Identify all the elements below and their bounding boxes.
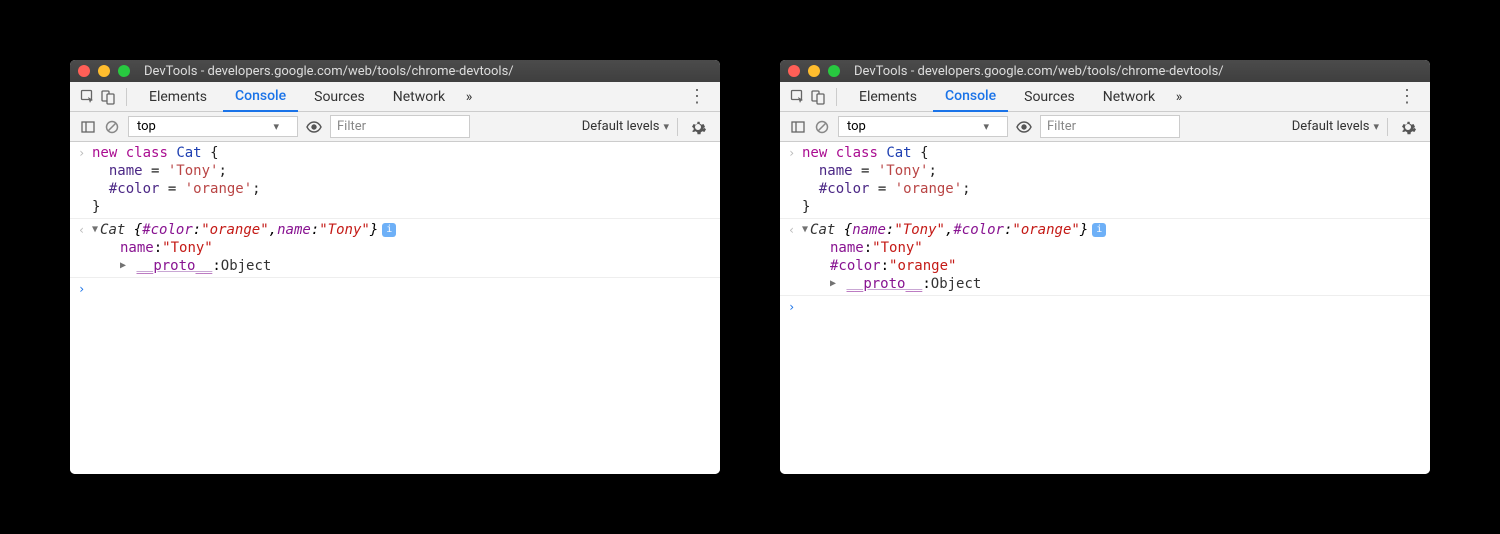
context-label: top bbox=[137, 119, 156, 134]
inspect-element-icon[interactable] bbox=[790, 89, 806, 105]
more-tabs-icon[interactable]: » bbox=[461, 89, 477, 105]
output-object: ▼Cat {#color: "orange", name: "Tony"}i n… bbox=[92, 221, 712, 275]
object-property[interactable]: name: "Tony" bbox=[802, 239, 1422, 257]
maximize-icon[interactable] bbox=[118, 65, 130, 77]
output-icon: ‹ bbox=[78, 221, 92, 239]
eye-icon[interactable] bbox=[1016, 119, 1032, 135]
traffic-lights bbox=[788, 65, 840, 77]
console-toolbar: top Filter Default levels bbox=[780, 112, 1430, 142]
sidebar-toggle-icon[interactable] bbox=[80, 119, 96, 135]
titlebar[interactable]: DevTools - developers.google.com/web/too… bbox=[70, 60, 720, 82]
menu-icon[interactable]: ⋮ bbox=[684, 86, 710, 107]
filter-input[interactable]: Filter bbox=[330, 115, 470, 138]
info-badge-icon[interactable]: i bbox=[382, 223, 396, 237]
minimize-icon[interactable] bbox=[98, 65, 110, 77]
close-icon[interactable] bbox=[78, 65, 90, 77]
chevron-right-icon[interactable]: ▶ bbox=[830, 275, 836, 293]
input-prompt-icon: › bbox=[788, 144, 802, 162]
tab-elements[interactable]: Elements bbox=[137, 82, 219, 112]
menu-icon[interactable]: ⋮ bbox=[1394, 86, 1420, 107]
tab-sources[interactable]: Sources bbox=[302, 82, 377, 112]
input-prompt-icon: › bbox=[78, 144, 92, 162]
device-toggle-icon[interactable] bbox=[100, 89, 116, 105]
log-levels-selector[interactable]: Default levels bbox=[582, 119, 669, 134]
window-title: DevTools - developers.google.com/web/too… bbox=[144, 64, 514, 79]
tab-elements[interactable]: Elements bbox=[847, 82, 929, 112]
separator bbox=[1387, 118, 1388, 136]
clear-console-icon[interactable] bbox=[104, 119, 120, 135]
console-live-prompt[interactable]: › bbox=[780, 296, 1430, 318]
traffic-lights bbox=[78, 65, 130, 77]
tab-console[interactable]: Console bbox=[223, 82, 298, 112]
close-icon[interactable] bbox=[788, 65, 800, 77]
device-toggle-icon[interactable] bbox=[810, 89, 826, 105]
more-tabs-icon[interactable]: » bbox=[1171, 89, 1187, 105]
inspect-element-icon[interactable] bbox=[80, 89, 96, 105]
tab-network[interactable]: Network bbox=[381, 82, 457, 112]
tab-console[interactable]: Console bbox=[933, 82, 1008, 112]
context-selector[interactable]: top bbox=[128, 116, 298, 137]
console-input-row[interactable]: › new class Cat { name = 'Tony'; #color … bbox=[70, 142, 720, 219]
context-selector[interactable]: top bbox=[838, 116, 1008, 137]
separator bbox=[126, 88, 127, 106]
context-label: top bbox=[847, 119, 866, 134]
code-input: new class Cat { name = 'Tony'; #color = … bbox=[92, 144, 712, 216]
console-output-row[interactable]: ‹ ▼Cat {name: "Tony", #color: "orange"}i… bbox=[780, 219, 1430, 296]
clear-console-icon[interactable] bbox=[814, 119, 830, 135]
console-toolbar: top Filter Default levels bbox=[70, 112, 720, 142]
console-body: › new class Cat { name = 'Tony'; #color … bbox=[70, 142, 720, 474]
titlebar[interactable]: DevTools - developers.google.com/web/too… bbox=[780, 60, 1430, 82]
maximize-icon[interactable] bbox=[828, 65, 840, 77]
console-live-prompt[interactable]: › bbox=[70, 278, 720, 300]
separator bbox=[836, 88, 837, 106]
window-title: DevTools - developers.google.com/web/too… bbox=[854, 64, 1224, 79]
output-icon: ‹ bbox=[788, 221, 802, 239]
minimize-icon[interactable] bbox=[808, 65, 820, 77]
code-input: new class Cat { name = 'Tony'; #color = … bbox=[802, 144, 1422, 216]
prompt-icon: › bbox=[788, 298, 802, 316]
tab-sources[interactable]: Sources bbox=[1012, 82, 1087, 112]
eye-icon[interactable] bbox=[306, 119, 322, 135]
gear-icon[interactable] bbox=[686, 119, 710, 135]
devtools-window-right: DevTools - developers.google.com/web/too… bbox=[780, 60, 1430, 474]
chevron-down-icon[interactable]: ▼ bbox=[802, 221, 808, 239]
output-object: ▼Cat {name: "Tony", #color: "orange"}i n… bbox=[802, 221, 1422, 293]
sidebar-toggle-icon[interactable] bbox=[790, 119, 806, 135]
console-input-row[interactable]: › new class Cat { name = 'Tony'; #color … bbox=[780, 142, 1430, 219]
chevron-right-icon[interactable]: ▶ bbox=[120, 257, 126, 275]
gear-icon[interactable] bbox=[1396, 119, 1420, 135]
info-badge-icon[interactable]: i bbox=[1092, 223, 1106, 237]
prompt-icon: › bbox=[78, 280, 92, 298]
object-property[interactable]: name: "Tony" bbox=[92, 239, 712, 257]
chevron-down-icon[interactable]: ▼ bbox=[92, 221, 98, 239]
devtools-window-left: DevTools - developers.google.com/web/too… bbox=[70, 60, 720, 474]
console-body: › new class Cat { name = 'Tony'; #color … bbox=[780, 142, 1430, 474]
tab-network[interactable]: Network bbox=[1091, 82, 1167, 112]
object-proto[interactable]: ▶ __proto__: Object bbox=[802, 275, 1422, 293]
object-proto[interactable]: ▶ __proto__: Object bbox=[92, 257, 712, 275]
log-levels-selector[interactable]: Default levels bbox=[1292, 119, 1379, 134]
main-tabbar: Elements Console Sources Network » ⋮ bbox=[70, 82, 720, 112]
main-tabbar: Elements Console Sources Network » ⋮ bbox=[780, 82, 1430, 112]
object-property[interactable]: #color: "orange" bbox=[802, 257, 1422, 275]
filter-input[interactable]: Filter bbox=[1040, 115, 1180, 138]
separator bbox=[677, 118, 678, 136]
console-output-row[interactable]: ‹ ▼Cat {#color: "orange", name: "Tony"}i… bbox=[70, 219, 720, 278]
